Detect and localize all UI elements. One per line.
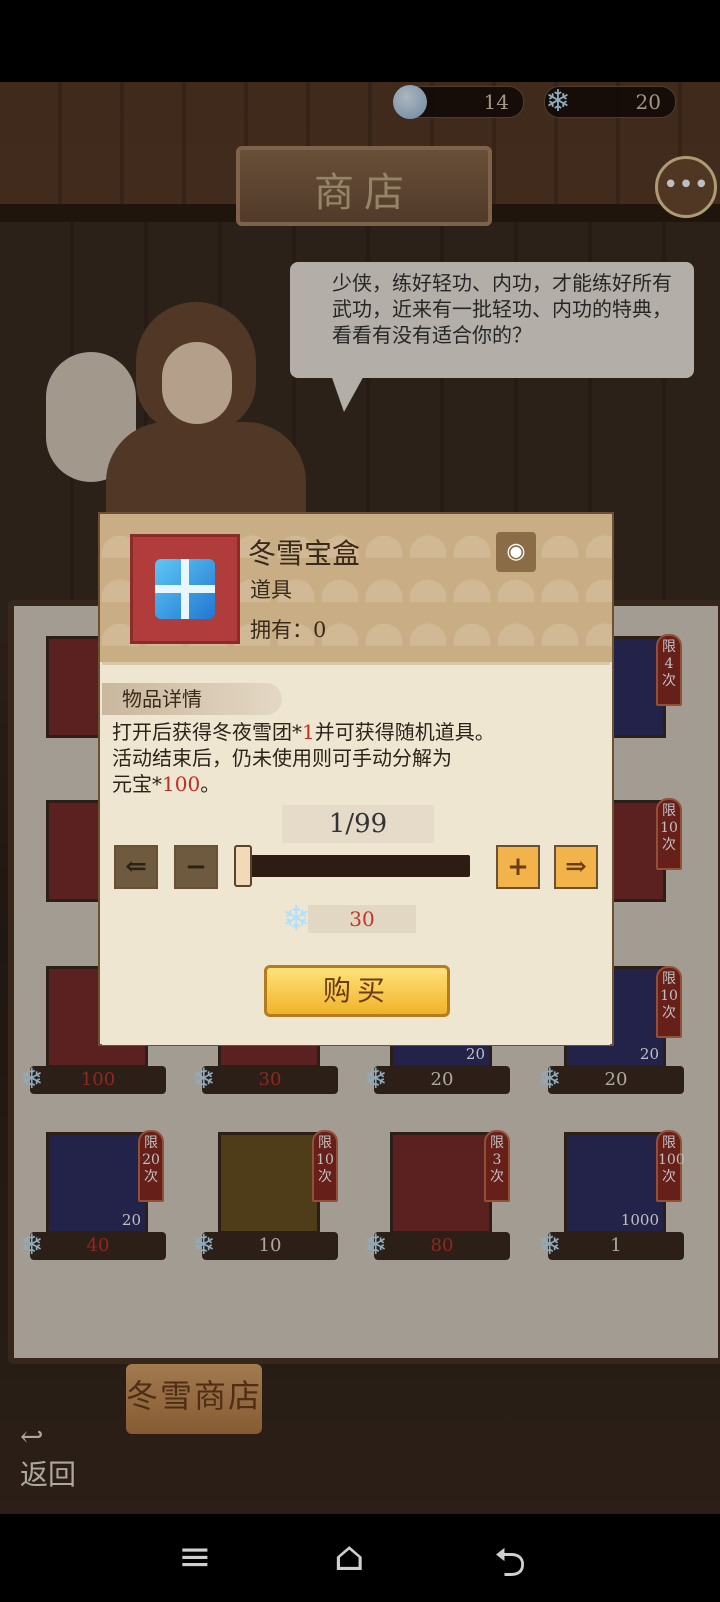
max-quantity-button[interactable]: ⇒ — [554, 845, 598, 889]
home-icon[interactable]: ⌂ — [334, 1534, 365, 1580]
owned-count: 拥有：0 — [250, 618, 327, 642]
min-quantity-button[interactable]: ⇐ — [114, 845, 158, 889]
nav-back-icon[interactable]: ⮌ — [494, 1534, 526, 1602]
eye-icon: ◉ — [506, 539, 526, 564]
snowflake-icon: ❄ — [282, 899, 311, 939]
plus-icon: + — [507, 852, 529, 882]
dialog-body: 物品详情 打开后获得冬夜雪团*1并可获得随机道具。 活动结束后，仍未使用则可手动… — [102, 662, 610, 1045]
menu-icon[interactable]: ≡ — [178, 1534, 212, 1580]
item-detail-dialog: 冬雪宝盒 道具 拥有：0 ◉ 物品详情 打开后获得冬夜雪团*1并可获得随机道具。… — [98, 512, 614, 1046]
quantity-slider-track[interactable] — [244, 855, 470, 877]
item-description: 打开后获得冬夜雪团*1并可获得随机道具。 活动结束后，仍未使用则可手动分解为 元… — [112, 720, 495, 796]
quantity-display: 1/99 — [282, 805, 434, 843]
double-left-arrow-icon: ⇐ — [125, 852, 147, 882]
increase-button[interactable]: + — [496, 845, 540, 889]
quantity-slider-thumb[interactable] — [234, 845, 252, 887]
double-right-arrow-icon: ⇒ — [565, 852, 587, 882]
android-nav-bar: ≡ ⌂ ⮌ — [0, 1514, 720, 1600]
preview-eye-button[interactable]: ◉ — [496, 532, 536, 572]
dialog-header: 冬雪宝盒 道具 拥有：0 ◉ — [100, 514, 612, 662]
total-cost: 30 — [308, 905, 416, 933]
buy-button[interactable]: 购买 — [264, 965, 450, 1017]
item-name: 冬雪宝盒 — [248, 537, 361, 570]
gift-box-icon — [155, 559, 215, 619]
status-bar — [0, 0, 720, 82]
item-icon-frame — [130, 534, 240, 644]
minus-icon: − — [185, 852, 207, 882]
item-type: 道具 — [250, 578, 292, 602]
section-tag: 物品详情 — [102, 683, 282, 715]
decrease-button[interactable]: − — [174, 845, 218, 889]
